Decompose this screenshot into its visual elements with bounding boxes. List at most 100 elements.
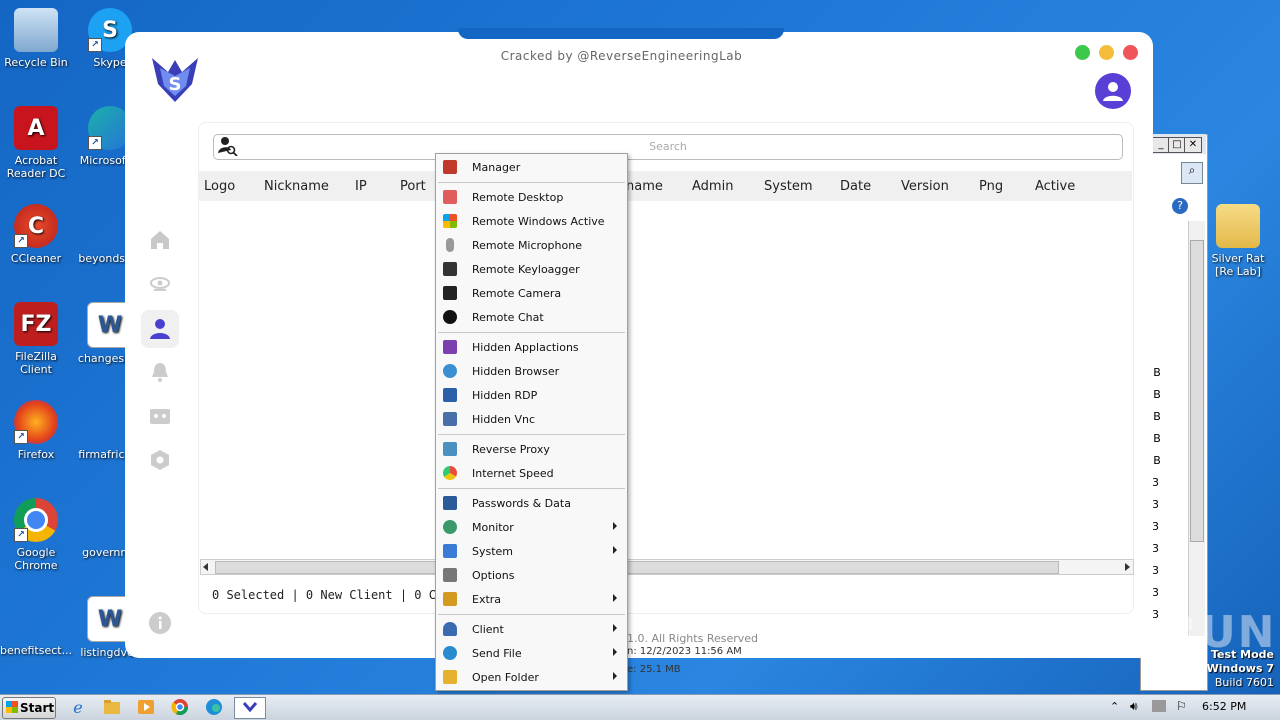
desktop-icon-label: Firefox [17,448,55,461]
user-icon [1103,82,1123,101]
column-header[interactable]: Port [400,179,426,194]
tray-chevron-icon[interactable]: ⌃ [1110,700,1119,713]
firefox-icon: ↗ [14,400,58,444]
menu-item-hidden-rdp[interactable]: Hidden RDP [436,383,627,407]
settings-icon[interactable] [148,448,172,472]
context-menu: Manager Remote Desktop Remote Windows Ac… [435,153,628,691]
scrollbar-thumb[interactable] [215,561,1059,574]
column-header[interactable]: Admin [692,179,733,194]
menu-item-hidden-vnc[interactable]: Hidden Vnc [436,407,627,431]
recycle-bin-icon [14,8,58,52]
submenu-arrow-icon [613,594,617,602]
desktop-icon-filezilla[interactable]: FZ FileZilla Client [0,302,72,376]
menu-item-internet-speed[interactable]: Internet Speed [436,461,627,485]
desktop-icon-silver-rat[interactable]: Silver Rat [Re Lab] [1202,204,1274,278]
desktop-icon-label: CCleaner [10,252,62,265]
info-icon[interactable] [148,611,172,635]
edge-taskbar-icon[interactable] [204,697,226,717]
desktop-icon-firefox[interactable]: ↗ Firefox [0,400,72,461]
desktop-icon-label: Google Chrome [14,546,58,572]
menu-item-remote-camera[interactable]: Remote Camera [436,281,627,305]
flag-icon[interactable]: ⚐ [1176,699,1187,713]
folder-icon [443,670,457,684]
menu-item-system[interactable]: System [436,539,627,563]
menu-item-client[interactable]: Client [436,617,627,641]
close-button[interactable]: ✕ [1184,137,1202,153]
menu-item-passwords-data[interactable]: Passwords & Data [436,491,627,515]
search-input[interactable]: Search [213,134,1123,160]
menu-item-monitor[interactable]: Monitor [436,515,627,539]
menu-separator [438,488,625,489]
user-avatar-button[interactable] [1095,73,1131,109]
ie-icon[interactable]: e [68,697,90,717]
speaker-icon[interactable]: 🔊︎ [1130,699,1138,714]
submenu-arrow-icon [613,546,617,554]
scroll-left-icon[interactable] [203,563,208,571]
menu-item-remote-windows-active[interactable]: Remote Windows Active [436,209,627,233]
builder-icon[interactable] [148,404,172,428]
status-bar-text: 0 Selected | 0 New Client | 0 Cl [212,588,444,602]
clients-nav-button[interactable] [141,310,179,348]
start-button[interactable]: Start [2,697,56,719]
horizontal-scrollbar[interactable] [200,559,1134,575]
desktop-icon-benefitsect[interactable]: benefitsect... [0,596,72,657]
desktop-icon-ccleaner[interactable]: C ↗ CCleaner [0,204,72,265]
column-header[interactable]: Date [840,179,871,194]
column-header[interactable]: Nickname [264,179,329,194]
file-size-cell: 3 [1152,586,1159,599]
file-size-cell: 3 [1152,476,1159,489]
microphone-icon [446,238,454,252]
help-icon[interactable]: ? [1172,198,1188,214]
menu-item-hidden-applications[interactable]: Hidden Applactions [436,335,627,359]
scroll-right-icon[interactable] [1125,563,1130,571]
search-icon[interactable]: ⌕ [1181,162,1203,184]
taskbar-clock[interactable]: 6:52 PM [1202,700,1246,713]
column-header[interactable]: IP [355,179,367,194]
menu-separator [438,614,625,615]
home-icon[interactable] [148,228,172,252]
menu-item-options[interactable]: Options [436,563,627,587]
explorer-icon[interactable] [102,697,124,717]
menu-item-manager[interactable]: Manager [436,155,627,179]
passwords-icon [443,496,457,510]
menu-item-remote-chat[interactable]: Remote Chat [436,305,627,329]
svg-text:S: S [169,74,182,95]
eye-icon[interactable] [148,272,172,296]
minimize-dot-button[interactable] [1099,45,1114,60]
chrome-taskbar-icon[interactable] [170,697,192,717]
menu-item-remote-microphone[interactable]: Remote Microphone [436,233,627,257]
menu-item-reverse-proxy[interactable]: Reverse Proxy [436,437,627,461]
network-icon[interactable] [1152,700,1166,712]
menu-separator [438,332,625,333]
close-dot-button[interactable] [1123,45,1138,60]
extra-icon [443,592,457,606]
column-header[interactable]: System [764,179,812,194]
search-placeholder: Search [649,140,687,153]
submenu-arrow-icon [613,624,617,632]
monitor-icon [443,388,457,402]
column-header[interactable]: Logo [204,179,235,194]
vnc-icon [443,412,457,426]
maximize-dot-button[interactable] [1075,45,1090,60]
scrollbar-thumb[interactable] [1190,240,1204,542]
column-header[interactable]: Png [979,179,1003,194]
app-taskbar-icon[interactable] [234,697,266,719]
bell-icon[interactable] [148,360,172,384]
test-mode-line: Build 7601 [1214,676,1274,689]
desktop-icon-acrobat[interactable]: A Acrobat Reader DC [0,106,72,180]
menu-item-open-folder[interactable]: Open Folder [436,665,627,689]
proxy-icon [443,442,457,456]
menu-item-remote-desktop[interactable]: Remote Desktop [436,185,627,209]
column-header[interactable]: Version [901,179,949,194]
column-header[interactable]: Active [1035,179,1075,194]
media-player-icon[interactable] [136,697,158,717]
info-date-text: n: 12/2/2023 11:56 AM [627,646,742,657]
menu-item-extra[interactable]: Extra [436,587,627,611]
desktop-icon-label: benefitsect... [0,644,73,657]
menu-item-hidden-browser[interactable]: Hidden Browser [436,359,627,383]
copyright-text: 1.0. All Rights Reserved [627,632,759,645]
menu-item-remote-keylogger[interactable]: Remote Keyloagger [436,257,627,281]
desktop-icon-chrome[interactable]: ↗ Google Chrome [0,498,72,572]
column-header[interactable]: name [626,179,663,194]
menu-item-send-file[interactable]: Send File [436,641,627,665]
